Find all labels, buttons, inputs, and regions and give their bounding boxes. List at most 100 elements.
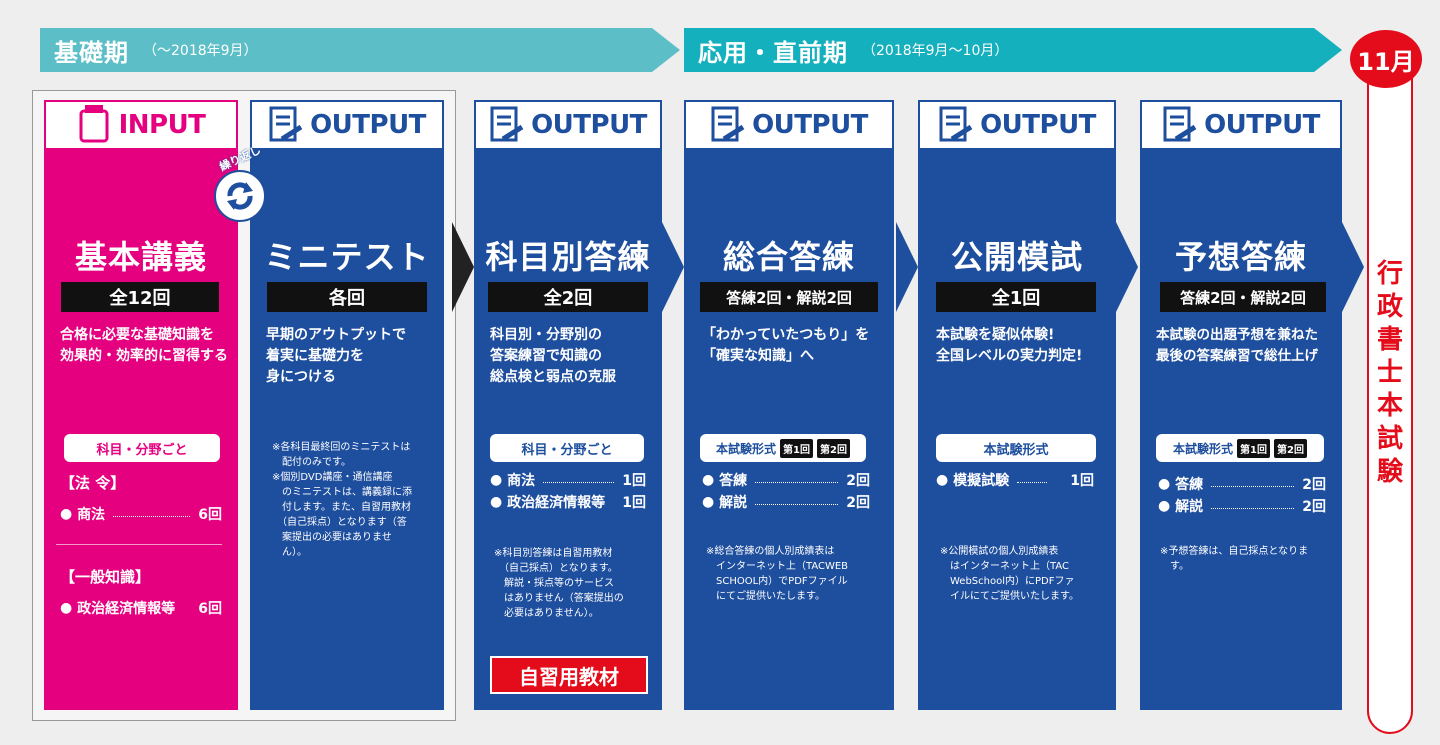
column-header: OUTPUT: [474, 100, 662, 150]
note-line: 案提出の必要はありませ: [272, 532, 392, 543]
desc-line: 本試験を疑似体験!: [936, 327, 1055, 343]
column-description: 本試験の出題予想を兼ねた 最後の答案練習で総仕上げ: [1156, 325, 1318, 367]
list-item: ● 模擬試験 1回: [936, 470, 1094, 490]
dot-leader: [1211, 507, 1295, 509]
exam-box: 行政書士本試験: [1367, 56, 1413, 734]
item-name: 解説: [719, 495, 748, 511]
round-tag: 第1回: [780, 438, 813, 458]
desc-line: 早期のアウトプットで: [266, 327, 406, 343]
desc-line: 「わかっていたつもり」を: [702, 327, 870, 343]
exam-label-char: 士: [1376, 358, 1403, 388]
phase-applied-label: 応用・直前期: [698, 38, 848, 67]
desc-line: 最後の答案練習で総仕上げ: [1156, 348, 1318, 364]
document-pen-icon: [711, 106, 745, 142]
document-pen-icon: [939, 106, 973, 142]
item-name: 模擬試験: [953, 473, 1010, 489]
item-value: 1回: [622, 473, 646, 489]
note-line: す。: [1160, 561, 1189, 572]
column-header-label: INPUT: [118, 110, 206, 140]
bullet-icon: ●: [1158, 498, 1171, 514]
column-notes: ※各科目最終回のミニテストは 配付のみです。 ※個別DVD講座・通信講座 のミニ…: [272, 440, 412, 560]
note-line: 付します。また、自習用教材: [272, 502, 411, 513]
list-item: ● 解説 2回: [702, 492, 870, 512]
exam-label: 行政書士本試験: [1369, 258, 1411, 489]
round-tag: 第1回: [1237, 438, 1270, 458]
note-line: にてご提供いたします。: [706, 591, 825, 602]
bullet-icon: ●: [702, 494, 715, 510]
exam-label-char: 験: [1376, 457, 1403, 487]
document-pen-icon: [1163, 106, 1197, 142]
item-name: 政治経済情報等: [507, 495, 606, 511]
item-value: 2回: [1302, 477, 1326, 493]
phase-basic-period: （〜2018年9月）: [143, 43, 258, 59]
phase-basic-label: 基礎期: [54, 38, 129, 67]
desc-line: 全国レベルの実力判定!: [936, 348, 1083, 364]
desc-line: 着実に基礎力を: [266, 348, 364, 364]
item-value: 6回: [198, 601, 222, 617]
list-item: ● 政治経済情報等 1回: [490, 492, 646, 512]
repeat-cycle-icon: [214, 170, 266, 222]
note-line: のミニテストは、講義録に添: [272, 487, 412, 498]
column-mock-exam: OUTPUT 公開模試 全1回 本試験を疑似体験! 全国レベルの実力判定! 本試…: [918, 100, 1116, 710]
divider: [56, 544, 222, 545]
item-value: 1回: [622, 495, 646, 511]
column-title: 基本講義: [74, 238, 207, 276]
column-title: ミニテスト: [264, 238, 430, 276]
note-line: はインターネット上（TAC: [940, 561, 1069, 572]
item-value: 2回: [1302, 499, 1326, 515]
bullet-icon: ●: [490, 494, 503, 510]
column-prediction-drills: OUTPUT 予想答練 答練2回・解説2回 本試験の出題予想を兼ねた 最後の答案…: [1140, 100, 1342, 710]
column-header-label: OUTPUT: [310, 110, 426, 140]
column-header: OUTPUT: [250, 100, 444, 150]
note-line: ※科目別答練は自習用教材: [494, 548, 613, 559]
count-box: 答練2回・解説2回: [1160, 282, 1326, 312]
bullet-icon: ●: [60, 600, 73, 616]
column-description: 合格に必要な基礎知識を 効果的・効率的に習得する: [60, 325, 228, 367]
column-header: INPUT: [44, 100, 238, 150]
phase-applied-period: （2018年9月〜10月）: [862, 43, 1009, 59]
column-subject-drills: OUTPUT 科目別答練 全2回 科目別・分野別の 答案練習で知識の 総点検と弱…: [474, 100, 662, 710]
format-pill: 本試験形式 第1回 第2回: [700, 434, 866, 462]
bullet-icon: ●: [936, 472, 949, 488]
column-header-label: OUTPUT: [980, 110, 1096, 140]
exam-label-char: 試: [1376, 424, 1403, 454]
bullet-icon: ●: [1158, 476, 1171, 492]
round-tag: 第2回: [817, 438, 850, 458]
column-comprehensive-drills: OUTPUT 総合答練 答練2回・解説2回 「わかっていたつもり」を 「確実な知…: [684, 100, 894, 710]
column-title: 予想答練: [1174, 238, 1307, 276]
column-description: 「わかっていたつもり」を 「確実な知識」へ: [702, 325, 869, 367]
desc-line: 科目別・分野別の: [490, 327, 602, 343]
exam-label-char: 行: [1376, 259, 1403, 289]
count-box: 各回: [267, 282, 427, 312]
flow-arrow-black: [452, 222, 474, 312]
dot-leader: [1017, 481, 1048, 483]
column-header-label: OUTPUT: [531, 110, 647, 140]
notebook-icon: [79, 105, 109, 143]
note-line: イルにてご提供いたします。: [940, 591, 1079, 602]
column-notes: ※総合答練の個人別成績表は インターネット上（TACWEB SCHOOL内）でP…: [706, 544, 848, 604]
pill-label: 本試験形式: [1173, 441, 1234, 456]
exam-label-char: 政: [1376, 292, 1403, 322]
category-pill: 科目・分野ごと: [490, 434, 644, 462]
column-header-label: OUTPUT: [752, 110, 868, 140]
list-item: ● 商法 1回: [490, 470, 646, 490]
column-description: 科目別・分野別の 答案練習で知識の 総点検と弱点の克服: [490, 325, 616, 388]
round-tag: 第2回: [1274, 438, 1307, 458]
column-description: 本試験を疑似体験! 全国レベルの実力判定!: [936, 325, 1082, 367]
column-mini-test: OUTPUT ミニテスト 各回 早期のアウトプットで 着実に基礎力を 身につける…: [250, 100, 444, 710]
column-title: 公開模試: [950, 238, 1083, 276]
column-title: 総合答練: [722, 238, 855, 276]
count-box: 全1回: [936, 282, 1096, 312]
dot-leader: [755, 503, 839, 505]
item-value: 1回: [1070, 473, 1094, 489]
flow-arrow: [662, 222, 684, 312]
count-box: 答練2回・解説2回: [700, 282, 878, 312]
column-header: OUTPUT: [1140, 100, 1342, 150]
note-line: ※公開模試の個人別成績表: [940, 546, 1059, 557]
bullet-icon: ●: [490, 472, 503, 488]
item-name: 商法: [507, 473, 536, 489]
bullet-icon: ●: [60, 506, 73, 522]
column-notes: ※科目別答練は自習用教材 （自己採点）となります。 解説・採点等のサービス はあ…: [494, 546, 624, 621]
list-item: ● 商法 6回: [60, 504, 222, 524]
note-line: 必要はありません）。: [494, 608, 599, 619]
